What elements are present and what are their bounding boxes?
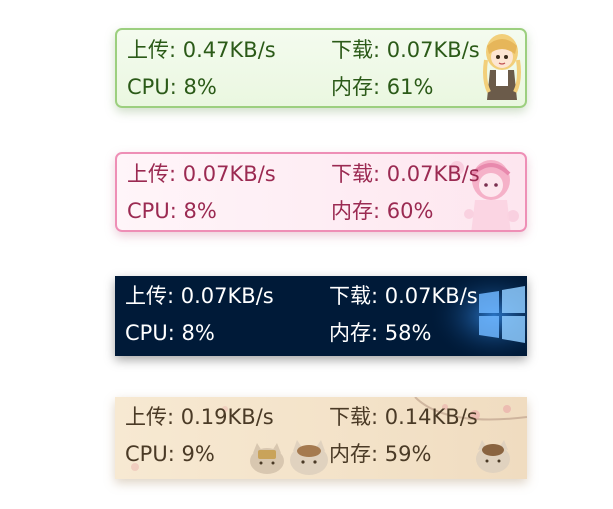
upload-value: 0.47KB/s xyxy=(182,38,276,62)
cat-mascot-icon xyxy=(250,443,284,474)
upload-value: 0.07KB/s xyxy=(180,284,274,308)
download-value: 0.07KB/s xyxy=(386,38,480,62)
memory-stat: 内存: 59% xyxy=(329,441,431,467)
memory-stat: 内存: 61% xyxy=(331,74,433,100)
download-label: 下载: xyxy=(331,38,381,62)
monitor-widget-beige[interactable]: 上传: 0.19KB/s 下载: 0.14KB/s CPU: 9% 内存: 59… xyxy=(115,397,527,479)
memory-label: 内存: xyxy=(331,75,381,99)
cpu-label: CPU: xyxy=(125,321,175,345)
cpu-value: 8% xyxy=(183,199,217,223)
upload-label: 上传: xyxy=(125,405,175,429)
download-label: 下载: xyxy=(329,284,379,308)
monitor-widget-pink[interactable]: 上传: 0.07KB/s 下载: 0.07KB/s CPU: 8% 内存: 60… xyxy=(115,152,527,232)
cpu-stat: CPU: 9% xyxy=(125,441,215,467)
cat-mascot-icon xyxy=(290,440,328,475)
upload-label: 上传: xyxy=(125,284,175,308)
download-stat: 下载: 0.14KB/s xyxy=(329,404,478,430)
download-stat: 下载: 0.07KB/s xyxy=(329,283,478,309)
monitor-widget-green[interactable]: 上传: 0.47KB/s 下载: 0.07KB/s CPU: 8% 内存: 61… xyxy=(115,28,527,108)
cat-mascot-icon xyxy=(476,440,510,473)
memory-stat: 内存: 60% xyxy=(331,198,433,224)
cpu-stat: CPU: 8% xyxy=(125,320,215,346)
upload-value: 0.07KB/s xyxy=(182,162,276,186)
cpu-label: CPU: xyxy=(127,199,177,223)
cpu-stat: CPU: 8% xyxy=(127,198,217,224)
cpu-value: 9% xyxy=(181,442,215,466)
memory-value: 58% xyxy=(384,321,432,345)
memory-stat: 内存: 58% xyxy=(329,320,431,346)
cpu-stat: CPU: 8% xyxy=(127,74,217,100)
upload-value: 0.19KB/s xyxy=(180,405,274,429)
cpu-label: CPU: xyxy=(125,442,175,466)
download-label: 下载: xyxy=(331,162,381,186)
download-stat: 下载: 0.07KB/s xyxy=(331,37,480,63)
monitor-widget-dark-blue[interactable]: 上传: 0.07KB/s 下载: 0.07KB/s CPU: 8% 内存: 58… xyxy=(115,276,527,356)
upload-stat: 上传: 0.07KB/s xyxy=(127,161,276,187)
memory-value: 59% xyxy=(384,442,432,466)
download-value: 0.07KB/s xyxy=(386,162,480,186)
upload-label: 上传: xyxy=(127,38,177,62)
memory-value: 61% xyxy=(386,75,434,99)
anime-girl-icon xyxy=(483,34,521,100)
download-stat: 下载: 0.07KB/s xyxy=(331,161,480,187)
cpu-value: 8% xyxy=(183,75,217,99)
upload-stat: 上传: 0.47KB/s xyxy=(127,37,276,63)
memory-label: 内存: xyxy=(329,442,379,466)
upload-label: 上传: xyxy=(127,162,177,186)
upload-stat: 上传: 0.07KB/s xyxy=(125,283,274,309)
memory-value: 60% xyxy=(386,199,434,223)
download-value: 0.14KB/s xyxy=(384,405,478,429)
cpu-label: CPU: xyxy=(127,75,177,99)
download-label: 下载: xyxy=(329,405,379,429)
memory-label: 内存: xyxy=(329,321,379,345)
cpu-value: 8% xyxy=(181,321,215,345)
memory-label: 内存: xyxy=(331,199,381,223)
upload-stat: 上传: 0.19KB/s xyxy=(125,404,274,430)
download-value: 0.07KB/s xyxy=(384,284,478,308)
